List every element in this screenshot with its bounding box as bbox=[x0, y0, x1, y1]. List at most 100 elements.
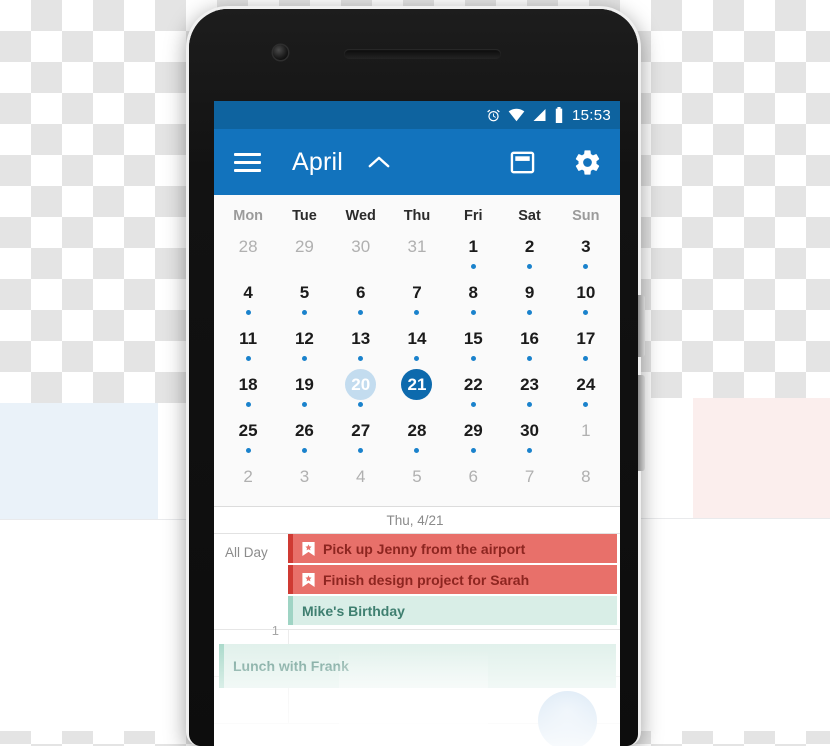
event-dot bbox=[245, 448, 251, 453]
day-number: 18 bbox=[238, 375, 258, 394]
weekday-label-wed: Wed bbox=[345, 208, 376, 224]
day-number: 15 bbox=[463, 329, 483, 348]
add-event-fab[interactable] bbox=[538, 691, 597, 746]
day-cell-15[interactable]: 15 bbox=[445, 322, 501, 368]
power-button[interactable] bbox=[638, 295, 645, 357]
day-number: 5 bbox=[299, 283, 310, 302]
event-title: Finish design project for Sarah bbox=[323, 571, 530, 588]
day-cell-3[interactable]: 3 bbox=[558, 230, 614, 276]
day-number: 8 bbox=[468, 283, 479, 302]
day-cell-16[interactable]: 16 bbox=[501, 322, 557, 368]
day-cell-25[interactable]: 25 bbox=[220, 414, 276, 460]
day-number: 12 bbox=[294, 329, 314, 348]
day-number: 9 bbox=[524, 283, 535, 302]
day-number: 3 bbox=[299, 467, 310, 486]
event-dot bbox=[358, 448, 364, 453]
gear-icon[interactable] bbox=[573, 148, 602, 177]
timed-event[interactable]: Lunch with Frank bbox=[219, 644, 616, 688]
month-grid[interactable]: 28 29 30 31 1 2 3 4 5 6 7 8 9 10 11 12 13 14 15 16 17 18 19 20 2… bbox=[214, 230, 620, 507]
weekday-label-thu: Thu bbox=[403, 208, 431, 224]
day-cell-18[interactable]: 18 bbox=[220, 368, 276, 414]
day-cell-6[interactable]: 6 bbox=[333, 276, 389, 322]
day-cell-6[interactable]: 6 bbox=[445, 460, 501, 506]
day-number: 6 bbox=[468, 467, 479, 486]
day-cell-8[interactable]: 8 bbox=[445, 276, 501, 322]
day-number: 11 bbox=[239, 329, 258, 348]
day-cell-11[interactable]: 11 bbox=[220, 322, 276, 368]
event-dot bbox=[583, 356, 589, 361]
day-cell-8[interactable]: 8 bbox=[558, 460, 614, 506]
front-camera-icon bbox=[273, 45, 288, 60]
timed-grid: 1 2 Lunch with Frank bbox=[214, 623, 620, 746]
weekday-label-sat: Sat bbox=[518, 208, 541, 224]
day-cell-7[interactable]: 7 bbox=[389, 276, 445, 322]
day-cell-4[interactable]: 4 bbox=[333, 460, 389, 506]
wifi-icon bbox=[508, 108, 525, 122]
day-cell-17[interactable]: 17 bbox=[558, 322, 614, 368]
all-day-event[interactable]: Mike's Birthday bbox=[288, 596, 617, 625]
day-cell-4[interactable]: 4 bbox=[220, 276, 276, 322]
day-cell-24[interactable]: 24 bbox=[558, 368, 614, 414]
day-cell-1[interactable]: 1 bbox=[445, 230, 501, 276]
page-title[interactable]: April bbox=[292, 148, 343, 177]
event-dot bbox=[470, 448, 476, 453]
volume-button[interactable] bbox=[638, 375, 645, 471]
event-dot bbox=[583, 310, 589, 315]
day-number: 4 bbox=[243, 283, 253, 302]
day-cell-28[interactable]: 28 bbox=[389, 414, 445, 460]
agenda-view-icon[interactable] bbox=[509, 149, 536, 176]
event-dot bbox=[245, 402, 251, 407]
event-title: Pick up Jenny from the airport bbox=[323, 540, 526, 557]
day-cell-30[interactable]: 30 bbox=[501, 414, 557, 460]
day-cell-28[interactable]: 28 bbox=[220, 230, 276, 276]
all-day-event[interactable]: Finish design project for Sarah bbox=[288, 565, 617, 594]
day-cell-21[interactable]: 21 bbox=[389, 368, 445, 414]
weekday-label-mon: Mon bbox=[233, 208, 264, 224]
event-dot bbox=[301, 356, 307, 361]
ghost-block-blue-left bbox=[0, 403, 158, 519]
day-number: 30 bbox=[351, 237, 371, 256]
day-cell-23[interactable]: 23 bbox=[501, 368, 557, 414]
day-number: 25 bbox=[238, 421, 258, 440]
event-dot bbox=[245, 356, 251, 361]
day-cell-9[interactable]: 9 bbox=[501, 276, 557, 322]
day-cell-29[interactable]: 29 bbox=[276, 230, 332, 276]
status-bar: 15:53 bbox=[214, 101, 620, 129]
day-number: 29 bbox=[463, 421, 483, 440]
ghost-divider-right bbox=[641, 518, 830, 519]
day-cell-27[interactable]: 27 bbox=[333, 414, 389, 460]
day-cell-10[interactable]: 10 bbox=[558, 276, 614, 322]
day-cell-7[interactable]: 7 bbox=[501, 460, 557, 506]
all-day-event-list: Pick up Jenny from the airport Finish des… bbox=[288, 534, 620, 627]
event-dot bbox=[301, 402, 307, 407]
status-clock: 15:53 bbox=[571, 106, 611, 124]
event-dot bbox=[358, 310, 364, 315]
day-number: 7 bbox=[524, 467, 535, 486]
event-dot bbox=[583, 264, 589, 269]
day-cell-13[interactable]: 13 bbox=[333, 322, 389, 368]
day-cell-5[interactable]: 5 bbox=[276, 276, 332, 322]
day-cell-22[interactable]: 22 bbox=[445, 368, 501, 414]
day-number: 22 bbox=[463, 375, 483, 394]
day-cell-1[interactable]: 1 bbox=[558, 414, 614, 460]
phone-screen: 15:53 April Mon Tue Wed Thu Fri Sat Sun … bbox=[214, 101, 620, 746]
day-cell-12[interactable]: 12 bbox=[276, 322, 332, 368]
day-number: 13 bbox=[351, 329, 371, 348]
ghost-block-pink-right bbox=[693, 398, 830, 518]
day-cell-5[interactable]: 5 bbox=[389, 460, 445, 506]
hamburger-icon[interactable] bbox=[234, 152, 261, 172]
day-cell-20[interactable]: 20 bbox=[333, 368, 389, 414]
day-cell-29[interactable]: 29 bbox=[445, 414, 501, 460]
day-cell-19[interactable]: 19 bbox=[276, 368, 332, 414]
weekday-label-sun: Sun bbox=[572, 208, 600, 224]
day-cell-31[interactable]: 31 bbox=[389, 230, 445, 276]
day-cell-3[interactable]: 3 bbox=[276, 460, 332, 506]
day-cell-26[interactable]: 26 bbox=[276, 414, 332, 460]
day-cell-2[interactable]: 2 bbox=[501, 230, 557, 276]
day-cell-14[interactable]: 14 bbox=[389, 322, 445, 368]
chevron-up-icon[interactable] bbox=[368, 155, 390, 170]
day-number: 17 bbox=[576, 329, 596, 348]
all-day-event[interactable]: Pick up Jenny from the airport bbox=[288, 534, 617, 563]
day-cell-30[interactable]: 30 bbox=[333, 230, 389, 276]
day-cell-2[interactable]: 2 bbox=[220, 460, 276, 506]
